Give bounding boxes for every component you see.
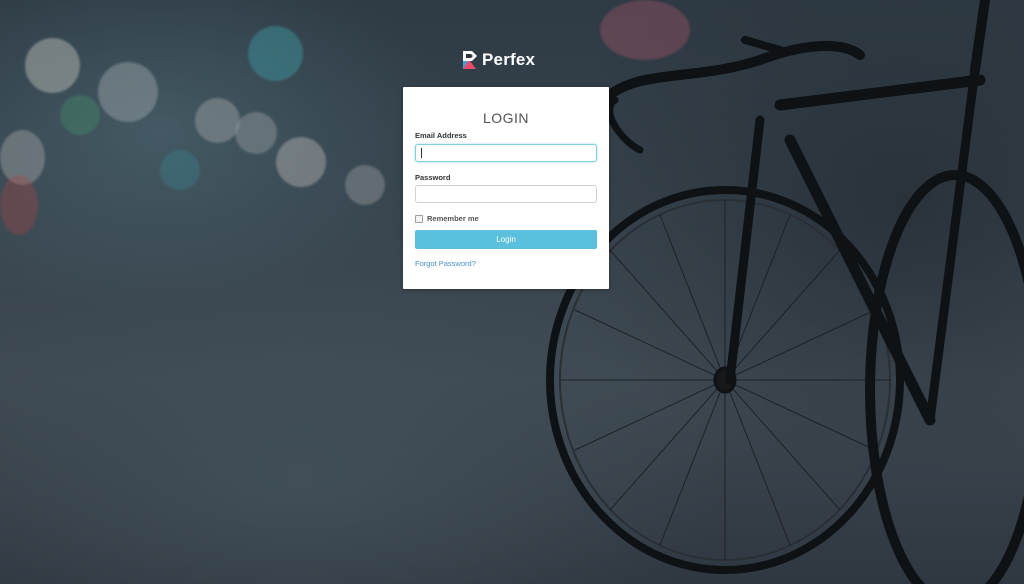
remember-me-option[interactable]: Remember me (415, 214, 479, 223)
brand-name: Perfex (482, 50, 536, 69)
login-button[interactable]: Login (415, 230, 597, 249)
remember-me-label[interactable]: Remember me (427, 214, 479, 223)
password-label: Password (415, 173, 451, 182)
remember-me-checkbox[interactable] (415, 214, 423, 223)
brand-logo: Perfex (462, 50, 535, 70)
perfex-logo-icon (463, 51, 477, 69)
login-page: Perfex LOGIN Email Address Password Reme… (0, 0, 1024, 584)
email-field[interactable] (415, 144, 597, 162)
email-label: Email Address (415, 131, 467, 140)
login-title: LOGIN (482, 110, 530, 126)
password-field[interactable] (415, 185, 597, 203)
text-cursor (421, 148, 422, 158)
forgot-password-link[interactable]: Forgot Password? (415, 259, 476, 268)
login-panel: LOGIN Email Address Password Remember me… (403, 87, 609, 289)
